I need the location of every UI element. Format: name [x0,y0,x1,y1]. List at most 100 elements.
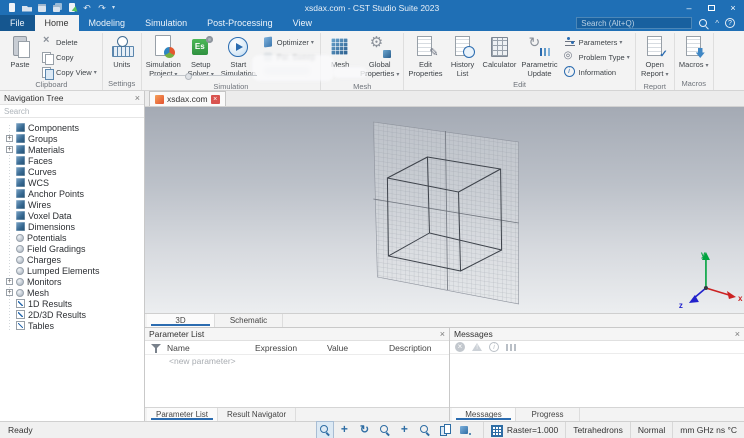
tree-search-input[interactable] [0,105,144,118]
ribbon-groups: PasteDeleteCopyCopy View▾ClipboardUnitsS… [1,33,714,90]
new-file-icon[interactable] [7,2,17,13]
windows-icon[interactable] [439,424,451,436]
expand-icon[interactable]: + [6,146,13,153]
chevron-down-icon: ▾ [665,72,669,78]
calculator-icon [486,35,512,58]
tree-item-components[interactable]: Components [4,122,144,133]
close-icon[interactable]: × [735,329,740,339]
filter-icon[interactable] [150,342,162,354]
search-input[interactable] [576,17,693,29]
tree-item-2d-3d-results[interactable]: 2D/3D Results [4,309,144,320]
close-icon[interactable]: × [135,93,140,103]
help-icon[interactable]: ? [725,18,735,28]
button-information[interactable]: Information [561,65,633,79]
button-simulation-project[interactable]: SimulationProject▾ [144,33,183,81]
panel-tab-progress[interactable]: Progress [516,408,580,421]
zoom-lasso-icon[interactable] [379,424,391,436]
chevron-down-icon: ▾ [705,63,709,69]
errors-filter-icon[interactable] [455,342,465,352]
button-optimizer[interactable]: Optimizer ▾ [259,35,318,49]
tree-item-charges[interactable]: Charges [4,254,144,265]
expand-icon[interactable]: + [6,135,13,142]
zoom-select-icon[interactable] [318,424,331,436]
button-delete[interactable]: Delete [38,34,100,49]
button-edit-properties[interactable]: EditProperties [406,33,444,79]
close-button[interactable]: × [722,0,744,15]
macros-icon [681,35,707,58]
search-icon[interactable] [698,18,709,29]
viewport-tab-row: 3D Schematic [145,313,744,327]
tree-item-lumped-elements[interactable]: Lumped Elements [4,265,144,276]
save-all-icon[interactable] [52,3,62,13]
new-parameter-row[interactable]: <new parameter> [145,355,449,367]
menu-tab-post-processing[interactable]: Post-Processing [197,15,283,31]
info-filter-icon[interactable] [489,342,499,352]
button-history-list[interactable]: History List [446,33,480,79]
tree-item-materials[interactable]: + Materials [4,144,144,155]
close-icon[interactable]: × [440,329,445,339]
button-problem-type[interactable]: Problem Type▾ [561,50,633,64]
tree-item-curves[interactable]: Curves [4,166,144,177]
panel-tab-result-navigator[interactable]: Result Navigator [218,408,297,421]
pan-icon[interactable] [339,422,351,436]
tree-item-1d-results[interactable]: 1D Results [4,298,144,309]
button-copy[interactable]: Copy [38,50,100,65]
warnings-filter-icon[interactable] [472,342,482,352]
tree-item-field-gradings[interactable]: Field Gradings [4,243,144,254]
button-open-report[interactable]: OpenReport▾ [638,33,672,81]
import-export-icon[interactable] [67,2,77,13]
menu-tab-home[interactable]: Home [34,15,79,31]
move-icon[interactable] [399,422,411,436]
tree-item-wcs[interactable]: WCS [4,177,144,188]
expand-icon[interactable]: + [6,289,13,296]
minimize-button[interactable]: – [678,0,700,15]
status-cells: Raster=1.000 Tetrahedrons Normal mm GHz ns… [482,422,744,438]
rotate-icon[interactable] [359,423,371,436]
menu-tab-file[interactable]: File [0,15,35,31]
tree-item-anchor-points[interactable]: Anchor Points [4,188,144,199]
tree-item-dimensions[interactable]: Dimensions [4,221,144,232]
main-area: Navigation Tree × Components+Groups+Mate… [0,91,744,421]
expand-icon[interactable]: + [6,278,13,285]
maximize-button[interactable] [700,0,722,15]
collapse-ribbon-icon[interactable]: ^ [715,19,719,28]
menu-tab-modeling[interactable]: Modeling [79,15,136,31]
tree-item-mesh[interactable]: + Mesh [4,287,144,298]
ribbon-group-label: Mesh [353,82,372,91]
button-macros[interactable]: Macros ▾ [677,33,711,78]
tree-item-faces[interactable]: Faces [4,155,144,166]
document-tab[interactable]: xsdax.com × [149,91,226,106]
tree-item-wires[interactable]: Wires [4,199,144,210]
history-list-icon [450,35,476,58]
viewport-3d[interactable]: y x z [145,107,744,313]
button-copy-view[interactable]: Copy View ▾ [38,65,100,80]
viewport-3d-canvas[interactable]: y x z [145,107,744,313]
qat-customize-icon[interactable]: ▾ [112,4,115,11]
open-file-icon[interactable] [22,3,32,13]
redo-icon[interactable]: ↷ [97,3,107,13]
zoom-icon[interactable] [419,424,431,436]
button-calculator[interactable]: Calculator [481,33,519,79]
undo-icon[interactable]: ↶ [82,3,92,13]
bounding-box-icon[interactable] [459,424,471,436]
tree-item-voxel-data[interactable]: Voxel Data [4,210,144,221]
tree-item-monitors[interactable]: + Monitors [4,276,144,287]
tree-item-tables[interactable]: Tables [4,320,144,331]
columns-icon[interactable] [506,342,516,352]
tree-item-groups[interactable]: + Groups [4,133,144,144]
menu-tab-simulation[interactable]: Simulation [135,15,197,31]
button-paste[interactable]: Paste [3,33,37,79]
viewport-tab-3d[interactable]: 3D [147,314,215,327]
button-parametric-update[interactable]: ParametricUpdate [519,33,559,79]
menu-tab-view[interactable]: View [283,15,322,31]
panel-tab-parameter-list[interactable]: Parameter List [147,408,219,421]
button-units[interactable]: Units [105,33,139,78]
viewport-tab-schematic[interactable]: Schematic [215,314,283,327]
tree-item-potentials[interactable]: Potentials [4,232,144,243]
save-icon[interactable] [37,3,47,13]
button-parameters[interactable]: Parameters ▾ [561,35,633,49]
status-text: Ready [8,425,33,435]
panel-tab-messages[interactable]: Messages [452,408,516,421]
menu-tab-row: File Home Modeling Simulation Post-Processin… [0,15,322,31]
close-tab-icon[interactable]: × [210,94,220,104]
